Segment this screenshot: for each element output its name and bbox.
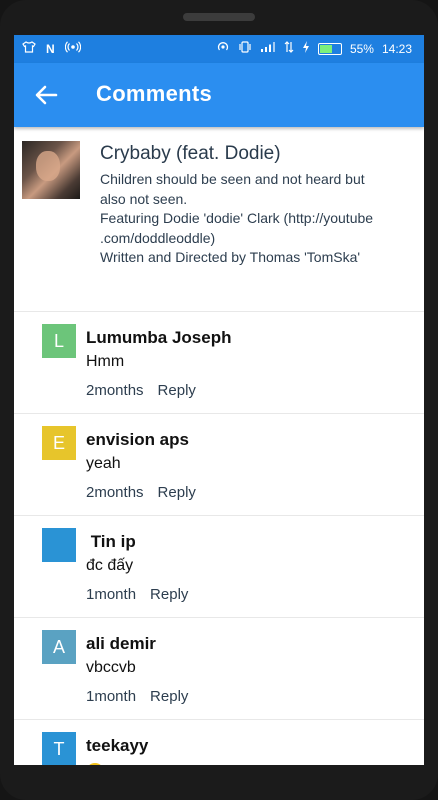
comment-time: 2months — [86, 484, 144, 501]
emoji-icon — [86, 763, 104, 765]
comment-time: 1month — [86, 586, 137, 603]
n-icon: N — [46, 41, 55, 56]
hotspot-icon — [64, 41, 81, 56]
reply-button[interactable]: Reply — [158, 382, 196, 399]
reply-button[interactable]: Reply — [158, 484, 196, 501]
nfc-icon — [216, 41, 230, 56]
avatar[interactable]: A — [42, 630, 76, 664]
avatar[interactable] — [42, 528, 76, 562]
comment-text: vbccvb — [86, 659, 136, 676]
battery-percent: 55% — [349, 41, 374, 56]
signal-icon — [260, 41, 276, 56]
avatar[interactable]: L — [42, 324, 76, 358]
video-info: Crybaby (feat. Dodie) Children should be… — [14, 127, 424, 312]
status-bar-right: 55% 14:23 — [216, 41, 412, 56]
description-line: also not seen. — [100, 190, 188, 207]
comment-meta: 1month Reply — [86, 586, 188, 603]
battery-icon — [317, 42, 342, 55]
charging-icon — [302, 41, 310, 56]
battery-fill — [319, 44, 333, 53]
comment-item: E envision aps yeah 2months Reply — [14, 414, 424, 516]
description-line[interactable]: Featuring Dodie 'dodie' Clark (http://yo… — [100, 209, 410, 229]
back-button[interactable] — [30, 79, 62, 111]
description-line[interactable]: .com/doddleoddle) — [100, 229, 410, 249]
avatar[interactable]: E — [42, 426, 76, 460]
thumbnail-face — [36, 151, 60, 181]
avatar[interactable]: T — [42, 732, 76, 765]
comment-item: L Lumumba Joseph Hmm 2months Reply — [14, 312, 424, 414]
comment-text: yeah — [86, 455, 121, 472]
data-icon — [284, 41, 294, 56]
comment-author[interactable]: Lumumba Joseph — [86, 328, 231, 348]
reply-button[interactable]: Reply — [150, 688, 188, 705]
reply-button[interactable]: Reply — [150, 586, 188, 603]
video-title: Crybaby (feat. Dodie) — [100, 143, 281, 164]
speaker-grille — [183, 13, 255, 21]
comment-author[interactable]: ali demir — [86, 634, 156, 654]
description-line: Written and Directed by Thomas 'TomSka' — [100, 249, 361, 265]
clock: 14:23 — [381, 41, 412, 56]
comment-time: 2months — [86, 382, 144, 399]
arrow-left-icon — [30, 85, 62, 115]
comments-list: Crybaby (feat. Dodie) Children should be… — [14, 127, 424, 765]
comment-meta: 1month Reply — [86, 688, 188, 705]
comment-author[interactable]: teekayy — [86, 736, 148, 756]
status-bar-left: N — [22, 41, 81, 56]
vibrate-icon — [238, 41, 252, 56]
comment-text: đc đấy — [86, 557, 134, 574]
status-bar: N 55% 14:23 — [14, 35, 424, 63]
phone-frame: N 55% 14:23 Comments Crybaby (feat. Dodi… — [0, 0, 438, 800]
comment-author[interactable]: Tin ip — [86, 532, 136, 552]
comment-item: T teekayy — [14, 720, 424, 765]
shirt-icon — [22, 41, 36, 56]
comment-text: Hmm — [86, 353, 125, 370]
description-line: Children should be seen and not heard bu… — [100, 171, 365, 187]
comment-meta: 2months Reply — [86, 382, 196, 399]
comment-meta: 2months Reply — [86, 484, 196, 501]
comment-author[interactable]: envision aps — [86, 430, 189, 450]
comment-item: Tin ip đc đấy 1month Reply — [14, 516, 424, 618]
page-title: Comments — [96, 81, 213, 106]
comment-time: 1month — [86, 688, 137, 705]
screen: N 55% 14:23 Comments Crybaby (feat. Dodi… — [14, 35, 424, 765]
app-bar: Comments — [14, 63, 424, 127]
video-thumbnail[interactable] — [22, 141, 80, 199]
comment-item: A ali demir vbccvb 1month Reply — [14, 618, 424, 720]
video-description: Children should be seen and not heard bu… — [100, 170, 410, 268]
